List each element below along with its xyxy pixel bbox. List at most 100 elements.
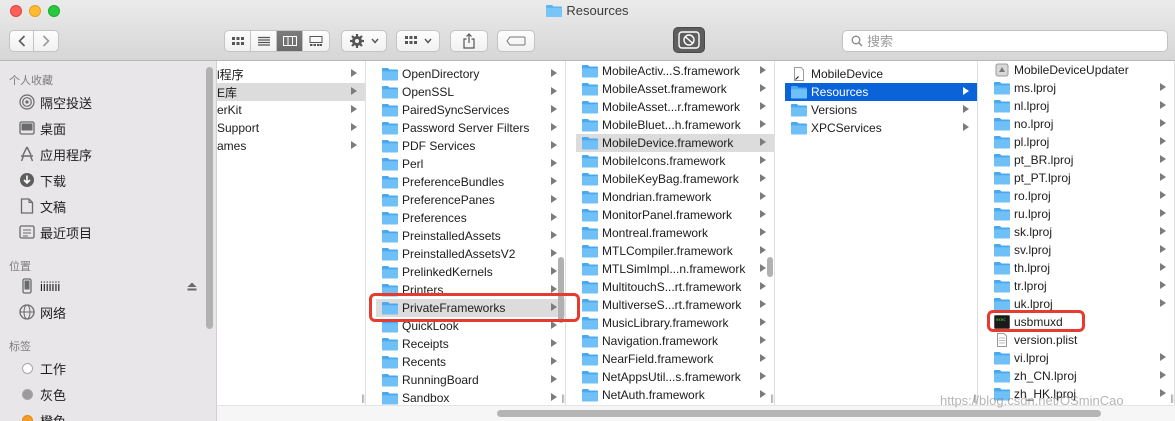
column-item[interactable]: uk.lproj bbox=[988, 295, 1174, 313]
sidebar-item-applications[interactable]: 应用程序 bbox=[18, 143, 92, 165]
column-item[interactable]: erKit bbox=[217, 101, 365, 119]
column-resize-handle[interactable]: || bbox=[361, 393, 365, 403]
column-item[interactable]: MultiverseS...rt.framework bbox=[576, 296, 774, 314]
column-item[interactable]: RunningBoard bbox=[376, 371, 565, 389]
column-item[interactable]: OpenDirectory bbox=[376, 65, 565, 83]
connection-status-button[interactable] bbox=[673, 27, 705, 53]
column-item[interactable]: QuickLook bbox=[376, 317, 565, 335]
sidebar-tag-work[interactable]: 工作 bbox=[18, 357, 66, 379]
tag-button[interactable] bbox=[497, 30, 535, 52]
column-item[interactable]: MTLCompiler.framework bbox=[576, 242, 774, 260]
column-item[interactable]: PreinstalledAssets bbox=[376, 227, 565, 245]
list-view-button[interactable] bbox=[251, 31, 277, 51]
column-item[interactable]: MonitorPanel.framework bbox=[576, 206, 774, 224]
column-item[interactable]: Recents bbox=[376, 353, 565, 371]
column-item[interactable]: PrelinkedKernels bbox=[376, 263, 565, 281]
column-item[interactable]: pt_PT.lproj bbox=[988, 169, 1174, 187]
sidebar-tag-orange[interactable]: 橙色 bbox=[18, 409, 66, 421]
column-item[interactable]: nl.lproj bbox=[988, 97, 1174, 115]
column-item[interactable]: sv.lproj bbox=[988, 241, 1174, 259]
column-item[interactable]: Sandbox bbox=[376, 389, 565, 405]
column-item[interactable]: Navigation.framework bbox=[576, 332, 774, 350]
column-item[interactable]: ames bbox=[217, 137, 365, 155]
column-item[interactable]: l程序 bbox=[217, 65, 365, 83]
column-item[interactable]: th.lproj bbox=[988, 259, 1174, 277]
horizontal-scrollbar-thumb[interactable] bbox=[497, 410, 1101, 417]
column-item[interactable]: MobileAsset...r.framework bbox=[576, 98, 774, 116]
column-item[interactable]: MobileKeyBag.framework bbox=[576, 170, 774, 188]
sidebar-item-recents[interactable]: 最近项目 bbox=[18, 221, 92, 243]
column-item[interactable]: pt_BR.lproj bbox=[988, 151, 1174, 169]
column-item[interactable]: sk.lproj bbox=[988, 223, 1174, 241]
column-item[interactable]: PrivateFrameworks bbox=[376, 299, 565, 317]
column-item[interactable]: PreferencePanes bbox=[376, 191, 565, 209]
gallery-view-button[interactable] bbox=[303, 31, 329, 51]
sidebar-item-documents[interactable]: 文稿 bbox=[18, 195, 66, 217]
column-item[interactable]: PDF Services bbox=[376, 137, 565, 155]
column-resize-handle[interactable]: || bbox=[561, 393, 565, 403]
column-item[interactable]: Receipts bbox=[376, 335, 565, 353]
column-item[interactable]: tr.lproj bbox=[988, 277, 1174, 295]
column-item[interactable]: Versions bbox=[785, 101, 977, 119]
action-menu-button[interactable] bbox=[341, 30, 387, 52]
column-item[interactable]: Perl bbox=[376, 155, 565, 173]
column-item[interactable]: no.lproj bbox=[988, 115, 1174, 133]
column-item[interactable]: NetAuth.framework bbox=[576, 386, 774, 404]
sidebar-item-network[interactable]: 网络 bbox=[18, 301, 66, 323]
search-field[interactable] bbox=[842, 30, 1168, 52]
sidebar-item-desktop[interactable]: 桌面 bbox=[18, 117, 66, 139]
alias-doc-icon bbox=[794, 67, 804, 81]
column-item[interactable]: Support bbox=[217, 119, 365, 137]
column-scrollbar[interactable] bbox=[767, 257, 773, 277]
column-item[interactable]: Password Server Filters bbox=[376, 119, 565, 137]
column-item[interactable]: MTLSimImpl...n.framework bbox=[576, 260, 774, 278]
share-button[interactable] bbox=[450, 30, 488, 52]
sidebar-item-downloads[interactable]: 下载 bbox=[18, 169, 66, 191]
column-item[interactable]: MobileDevice bbox=[785, 65, 977, 83]
column-item[interactable]: ro.lproj bbox=[988, 187, 1174, 205]
column-item[interactable]: PreferenceBundles bbox=[376, 173, 565, 191]
column-item[interactable]: PreinstalledAssetsV2 bbox=[376, 245, 565, 263]
column-item[interactable]: NetAppsUtil...s.framework bbox=[576, 368, 774, 386]
column-item[interactable]: Resources bbox=[785, 83, 977, 101]
column-item[interactable]: MultitouchS...rt.framework bbox=[576, 278, 774, 296]
column-item[interactable]: version.plist bbox=[988, 331, 1174, 349]
column-item[interactable]: OpenSSL bbox=[376, 83, 565, 101]
column-item[interactable]: MobileDevice.framework bbox=[576, 134, 774, 152]
column-item[interactable]: Preferences bbox=[376, 209, 565, 227]
forward-button[interactable] bbox=[34, 31, 58, 51]
column-item[interactable]: Printers bbox=[376, 281, 565, 299]
column-scrollbar[interactable] bbox=[558, 257, 564, 323]
column-item[interactable]: MusicLibrary.framework bbox=[576, 314, 774, 332]
column-item[interactable]: MobileAsset.framework bbox=[576, 80, 774, 98]
column-resize-handle[interactable]: || bbox=[770, 393, 774, 403]
column-item[interactable]: MobileDeviceUpdater bbox=[988, 61, 1174, 79]
column-item[interactable]: Montreal.framework bbox=[576, 224, 774, 242]
eject-icon[interactable] bbox=[187, 282, 197, 291]
back-button[interactable] bbox=[10, 31, 35, 51]
sidebar-scrollbar[interactable] bbox=[206, 67, 213, 329]
recents-icon bbox=[19, 225, 35, 239]
column-resize-handle[interactable]: || bbox=[1170, 393, 1174, 403]
column-view-button[interactable] bbox=[277, 31, 303, 51]
column-item[interactable]: NearField.framework bbox=[576, 350, 774, 368]
column-item[interactable]: zh_CN.lproj bbox=[988, 367, 1174, 385]
sidebar-tag-gray[interactable]: 灰色 bbox=[18, 383, 66, 405]
column-item[interactable]: XPCServices bbox=[785, 119, 977, 137]
column-item[interactable]: E库 bbox=[217, 83, 365, 101]
column-item[interactable]: PairedSyncServices bbox=[376, 101, 565, 119]
column-item[interactable]: MobileActiv...S.framework bbox=[576, 62, 774, 80]
column-item[interactable]: Mondrian.framework bbox=[576, 188, 774, 206]
icon-view-button[interactable] bbox=[225, 31, 251, 51]
column-item[interactable]: exec usbmuxd bbox=[988, 313, 1174, 331]
column-item[interactable]: pl.lproj bbox=[988, 133, 1174, 151]
column-item[interactable]: ms.lproj bbox=[988, 79, 1174, 97]
column-item[interactable]: MobileIcons.framework bbox=[576, 152, 774, 170]
column-item[interactable]: MobileBluet...h.framework bbox=[576, 116, 774, 134]
sidebar-item-airdrop[interactable]: 隔空投送 bbox=[18, 91, 92, 113]
sidebar-item-device[interactable]: iiiiiii bbox=[18, 275, 60, 297]
group-by-button[interactable] bbox=[396, 30, 440, 52]
column-item[interactable]: vi.lproj bbox=[988, 349, 1174, 367]
column-item[interactable]: ru.lproj bbox=[988, 205, 1174, 223]
search-input[interactable] bbox=[867, 33, 1157, 49]
